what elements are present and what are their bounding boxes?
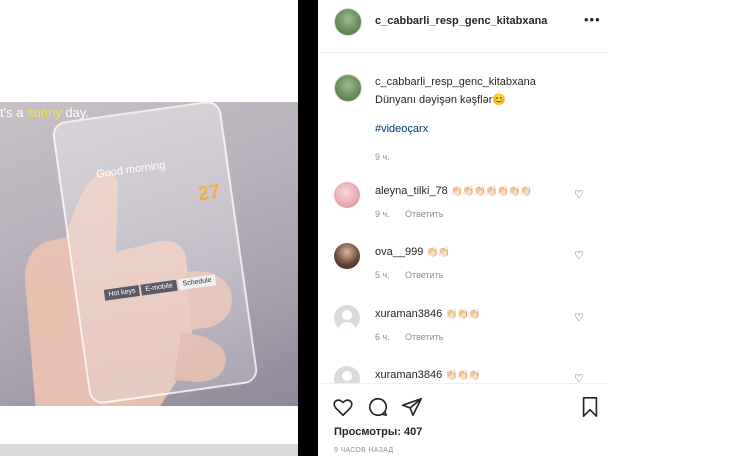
comment-timestamp: 9 ч. (375, 209, 390, 219)
comment-item: aleyna_tilki_78 👏🏻👏🏻👏🏻👏🏻👏🏻👏🏻👏🏻 9 ч. Отве… (318, 182, 608, 232)
media-panel: t's a sunny day. Good morning 27 Hot key… (0, 0, 298, 456)
caption-username[interactable]: c_cabbarli_resp_genc_kitabxana (375, 76, 536, 88)
bookmark-icon[interactable] (579, 396, 601, 418)
heart-icon[interactable]: ♡ (574, 249, 584, 262)
comment-emoji: 👏🏻👏🏻 (426, 247, 450, 258)
comment-icon[interactable] (367, 396, 389, 418)
commenter-avatar[interactable] (334, 243, 360, 269)
view-count[interactable]: Просмотры: 407 (334, 426, 422, 438)
video-caption-highlight: sunny (27, 105, 62, 120)
comment-item: xuraman3846 👏🏻👏🏻👏🏻 ♡ (318, 366, 608, 383)
commenter-username[interactable]: xuraman3846 (375, 369, 442, 381)
panel-divider (298, 0, 318, 456)
comment-timestamp: 6 ч. (375, 332, 390, 342)
reply-button[interactable]: Ответить (405, 209, 443, 219)
comment-timestamp: 5 ч. (375, 270, 390, 280)
comment-emoji: 👏🏻👏🏻👏🏻 (445, 370, 480, 381)
caption-timestamp: 9 ч. (375, 152, 390, 162)
commenter-avatar[interactable] (334, 182, 360, 208)
heart-icon[interactable]: ♡ (574, 311, 584, 324)
commenter-username[interactable]: aleyna_tilki_78 (375, 185, 448, 197)
author-avatar[interactable] (334, 8, 362, 36)
video-overlay-text: t's a sunny day. (0, 105, 89, 120)
comment-text: xuraman3846 👏🏻👏🏻👏🏻 (375, 308, 481, 320)
post-header: c_cabbarli_resp_genc_kitabxana ••• (318, 0, 608, 53)
post-video[interactable]: t's a sunny day. Good morning 27 Hot key… (0, 102, 298, 406)
heart-icon[interactable]: ♡ (574, 372, 584, 383)
commenter-username[interactable]: ova__999 (375, 246, 423, 258)
comment-emoji: 👏🏻👏🏻👏🏻👏🏻👏🏻👏🏻👏🏻 (450, 186, 532, 197)
comment-text: ova__999 👏🏻👏🏻 (375, 246, 450, 258)
comment-item: ova__999 👏🏻👏🏻 5 ч. Ответить ♡ (318, 243, 608, 293)
heart-icon[interactable] (332, 396, 354, 418)
caption-hashtag[interactable]: #videoçarx (375, 123, 428, 135)
comment-emoji: 👏🏻👏🏻👏🏻 (445, 309, 480, 320)
comment-text: aleyna_tilki_78 👏🏻👏🏻👏🏻👏🏻👏🏻👏🏻👏🏻 (375, 185, 532, 197)
heart-icon[interactable]: ♡ (574, 188, 584, 201)
post-action-bar: Просмотры: 407 9 ЧАСОВ НАЗАД (318, 383, 608, 456)
comment-text: xuraman3846 👏🏻👏🏻👏🏻 (375, 369, 481, 381)
commenter-avatar[interactable] (334, 366, 360, 383)
caption-text: Dünyanı dəyişən kəşflər😊 (375, 94, 507, 106)
post-age: 9 ЧАСОВ НАЗАД (334, 447, 394, 454)
video-scrubber[interactable] (0, 444, 298, 456)
comment-item: xuraman3846 👏🏻👏🏻👏🏻 6 ч. Ответить ♡ (318, 305, 608, 355)
reply-button[interactable]: Ответить (405, 270, 443, 280)
caption-avatar[interactable] (334, 74, 362, 102)
reply-button[interactable]: Ответить (405, 332, 443, 342)
post-details-panel: c_cabbarli_resp_genc_kitabxana ••• c_cab… (318, 0, 750, 456)
share-icon[interactable] (401, 396, 423, 418)
commenter-username[interactable]: xuraman3846 (375, 308, 442, 320)
more-horizontal-icon[interactable]: ••• (584, 12, 601, 27)
commenter-avatar[interactable] (334, 305, 360, 331)
phone-time: 27 (196, 180, 222, 206)
video-caption-prefix: t's a (0, 105, 28, 120)
author-username[interactable]: c_cabbarli_resp_genc_kitabxana (375, 15, 547, 27)
